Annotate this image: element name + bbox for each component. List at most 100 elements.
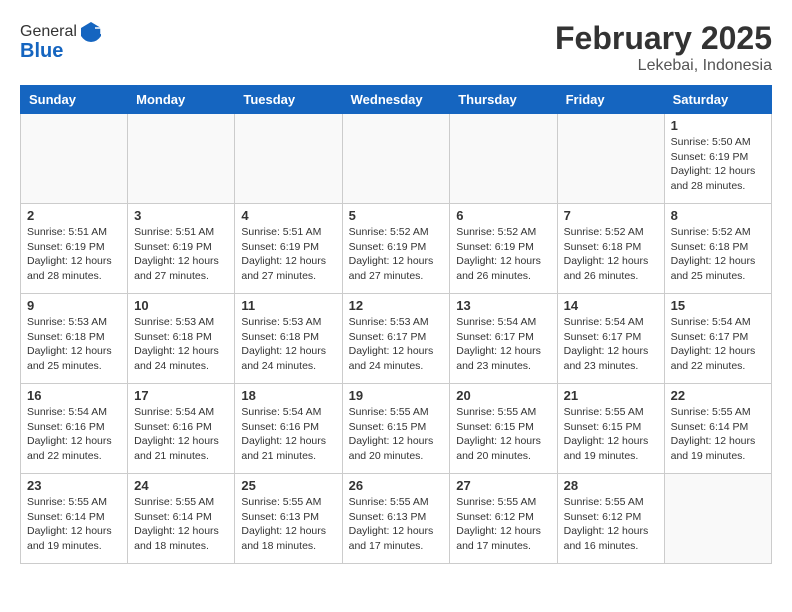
weekday-header-sunday: Sunday — [21, 86, 128, 114]
calendar-cell: 20 Sunrise: 5:55 AMSunset: 6:15 PMDayligh… — [450, 384, 557, 474]
day-number: 9 — [27, 298, 121, 313]
calendar-cell: 26 Sunrise: 5:55 AMSunset: 6:13 PMDayligh… — [342, 474, 450, 564]
day-info: Sunrise: 5:53 AMSunset: 6:18 PMDaylight:… — [134, 315, 228, 374]
day-number: 28 — [564, 478, 658, 493]
day-number: 18 — [241, 388, 335, 403]
calendar-cell: 3 Sunrise: 5:51 AMSunset: 6:19 PMDaylight… — [128, 204, 235, 294]
day-number: 22 — [671, 388, 765, 403]
day-info: Sunrise: 5:55 AMSunset: 6:15 PMDaylight:… — [349, 405, 444, 464]
weekday-header-tuesday: Tuesday — [235, 86, 342, 114]
day-info: Sunrise: 5:52 AMSunset: 6:18 PMDaylight:… — [564, 225, 658, 284]
calendar-week-3: 9 Sunrise: 5:53 AMSunset: 6:18 PMDaylight… — [21, 294, 772, 384]
calendar-week-1: 1 Sunrise: 5:50 AMSunset: 6:19 PMDaylight… — [21, 114, 772, 204]
day-number: 5 — [349, 208, 444, 223]
day-number: 27 — [456, 478, 550, 493]
day-info: Sunrise: 5:54 AMSunset: 6:16 PMDaylight:… — [134, 405, 228, 464]
day-number: 13 — [456, 298, 550, 313]
day-info: Sunrise: 5:54 AMSunset: 6:17 PMDaylight:… — [564, 315, 658, 374]
day-info: Sunrise: 5:51 AMSunset: 6:19 PMDaylight:… — [134, 225, 228, 284]
calendar-cell: 13 Sunrise: 5:54 AMSunset: 6:17 PMDayligh… — [450, 294, 557, 384]
weekday-header-monday: Monday — [128, 86, 235, 114]
day-number: 7 — [564, 208, 658, 223]
day-number: 23 — [27, 478, 121, 493]
calendar-week-2: 2 Sunrise: 5:51 AMSunset: 6:19 PMDaylight… — [21, 204, 772, 294]
calendar-cell: 5 Sunrise: 5:52 AMSunset: 6:19 PMDaylight… — [342, 204, 450, 294]
day-number: 2 — [27, 208, 121, 223]
calendar-cell — [128, 114, 235, 204]
day-number: 4 — [241, 208, 335, 223]
day-number: 6 — [456, 208, 550, 223]
page-header: General Blue February 2025 Lekebai, Indo… — [20, 20, 772, 75]
calendar-cell: 24 Sunrise: 5:55 AMSunset: 6:14 PMDayligh… — [128, 474, 235, 564]
day-number: 26 — [349, 478, 444, 493]
calendar-cell: 4 Sunrise: 5:51 AMSunset: 6:19 PMDaylight… — [235, 204, 342, 294]
calendar-cell: 18Sunrise: 5:54 AMSunset: 6:16 PMDayligh… — [235, 384, 342, 474]
day-info: Sunrise: 5:55 AMSunset: 6:13 PMDaylight:… — [241, 495, 335, 554]
weekday-header-friday: Friday — [557, 86, 664, 114]
calendar-cell: 25 Sunrise: 5:55 AMSunset: 6:13 PMDayligh… — [235, 474, 342, 564]
day-number: 12 — [349, 298, 444, 313]
calendar-cell: 11Sunrise: 5:53 AMSunset: 6:18 PMDayligh… — [235, 294, 342, 384]
calendar-week-4: 16Sunrise: 5:54 AMSunset: 6:16 PMDayligh… — [21, 384, 772, 474]
day-info: Sunrise: 5:55 AMSunset: 6:15 PMDaylight:… — [564, 405, 658, 464]
day-info: Sunrise: 5:53 AMSunset: 6:17 PMDaylight:… — [349, 315, 444, 374]
day-info: Sunrise: 5:53 AMSunset: 6:18 PMDaylight:… — [27, 315, 121, 374]
weekday-header-row: SundayMondayTuesdayWednesdayThursdayFrid… — [21, 86, 772, 114]
calendar-cell — [664, 474, 771, 564]
day-info: Sunrise: 5:55 AMSunset: 6:14 PMDaylight:… — [134, 495, 228, 554]
calendar-cell — [21, 114, 128, 204]
calendar-cell — [342, 114, 450, 204]
day-info: Sunrise: 5:55 AMSunset: 6:14 PMDaylight:… — [671, 405, 765, 464]
day-number: 15 — [671, 298, 765, 313]
day-number: 14 — [564, 298, 658, 313]
calendar-cell: 28 Sunrise: 5:55 AMSunset: 6:12 PMDayligh… — [557, 474, 664, 564]
calendar-week-5: 23 Sunrise: 5:55 AMSunset: 6:14 PMDayligh… — [21, 474, 772, 564]
weekday-header-wednesday: Wednesday — [342, 86, 450, 114]
day-number: 17 — [134, 388, 228, 403]
day-number: 8 — [671, 208, 765, 223]
day-info: Sunrise: 5:51 AMSunset: 6:19 PMDaylight:… — [27, 225, 121, 284]
day-info: Sunrise: 5:51 AMSunset: 6:19 PMDaylight:… — [241, 225, 335, 284]
day-info: Sunrise: 5:52 AMSunset: 6:19 PMDaylight:… — [349, 225, 444, 284]
calendar-cell: 6 Sunrise: 5:52 AMSunset: 6:19 PMDaylight… — [450, 204, 557, 294]
day-number: 3 — [134, 208, 228, 223]
calendar-cell: 1 Sunrise: 5:50 AMSunset: 6:19 PMDaylight… — [664, 114, 771, 204]
day-info: Sunrise: 5:55 AMSunset: 6:14 PMDaylight:… — [27, 495, 121, 554]
day-info: Sunrise: 5:55 AMSunset: 6:13 PMDaylight:… — [349, 495, 444, 554]
calendar-cell: 15Sunrise: 5:54 AMSunset: 6:17 PMDayligh… — [664, 294, 771, 384]
calendar-cell — [557, 114, 664, 204]
day-number: 11 — [241, 298, 335, 313]
day-number: 24 — [134, 478, 228, 493]
calendar-table: SundayMondayTuesdayWednesdayThursdayFrid… — [20, 85, 772, 564]
title-area: February 2025 Lekebai, Indonesia — [555, 20, 772, 75]
day-info: Sunrise: 5:52 AMSunset: 6:19 PMDaylight:… — [456, 225, 550, 284]
calendar-cell: 9 Sunrise: 5:53 AMSunset: 6:18 PMDaylight… — [21, 294, 128, 384]
logo-general-text: General — [20, 23, 77, 41]
day-number: 1 — [671, 118, 765, 133]
day-info: Sunrise: 5:55 AMSunset: 6:12 PMDaylight:… — [456, 495, 550, 554]
day-number: 10 — [134, 298, 228, 313]
calendar-cell — [450, 114, 557, 204]
location: Lekebai, Indonesia — [555, 57, 772, 75]
calendar-cell: 19Sunrise: 5:55 AMSunset: 6:15 PMDayligh… — [342, 384, 450, 474]
calendar-cell — [235, 114, 342, 204]
day-info: Sunrise: 5:54 AMSunset: 6:17 PMDaylight:… — [456, 315, 550, 374]
calendar-cell: 27 Sunrise: 5:55 AMSunset: 6:12 PMDayligh… — [450, 474, 557, 564]
calendar-cell: 23 Sunrise: 5:55 AMSunset: 6:14 PMDayligh… — [21, 474, 128, 564]
day-info: Sunrise: 5:55 AMSunset: 6:15 PMDaylight:… — [456, 405, 550, 464]
weekday-header-saturday: Saturday — [664, 86, 771, 114]
calendar-cell: 16Sunrise: 5:54 AMSunset: 6:16 PMDayligh… — [21, 384, 128, 474]
calendar-cell: 14 Sunrise: 5:54 AMSunset: 6:17 PMDayligh… — [557, 294, 664, 384]
logo-icon — [79, 20, 103, 44]
calendar-cell: 10 Sunrise: 5:53 AMSunset: 6:18 PMDayligh… — [128, 294, 235, 384]
day-info: Sunrise: 5:54 AMSunset: 6:16 PMDaylight:… — [27, 405, 121, 464]
day-number: 20 — [456, 388, 550, 403]
day-info: Sunrise: 5:50 AMSunset: 6:19 PMDaylight:… — [671, 135, 765, 194]
logo: General Blue — [20, 20, 103, 63]
calendar-cell: 21Sunrise: 5:55 AMSunset: 6:15 PMDayligh… — [557, 384, 664, 474]
calendar-cell: 22 Sunrise: 5:55 AMSunset: 6:14 PMDayligh… — [664, 384, 771, 474]
calendar-cell: 2 Sunrise: 5:51 AMSunset: 6:19 PMDaylight… — [21, 204, 128, 294]
day-number: 25 — [241, 478, 335, 493]
day-info: Sunrise: 5:55 AMSunset: 6:12 PMDaylight:… — [564, 495, 658, 554]
month-title: February 2025 — [555, 20, 772, 57]
